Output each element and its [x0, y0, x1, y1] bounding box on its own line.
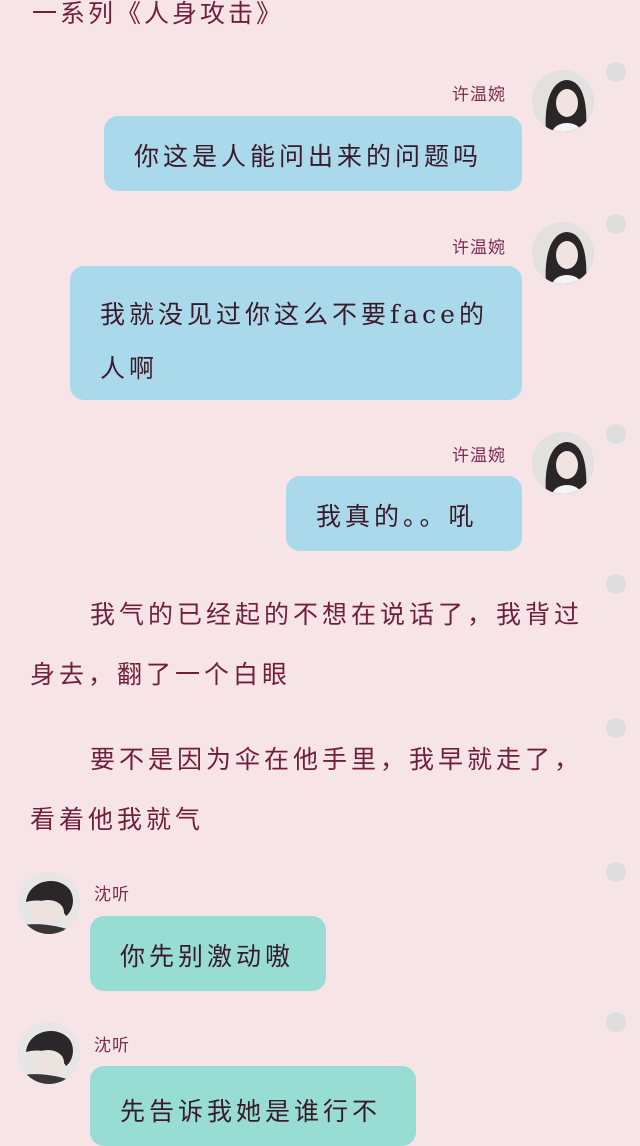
- narration-text: 要不是因为伞在他手里，我早就走了，看着他我就气: [30, 745, 584, 834]
- message-bubble[interactable]: 先告诉我她是谁行不: [90, 1066, 416, 1146]
- narration-paragraph: 要不是因为伞在他手里，我早就走了，看着他我就气: [30, 730, 590, 850]
- avatar[interactable]: [532, 222, 594, 284]
- message-bubble[interactable]: 我真的。。吼: [286, 476, 522, 551]
- sender-name: 沈听: [94, 1036, 130, 1056]
- sender-name: 沈听: [94, 885, 130, 905]
- message-text: 我就没见过你这么不要face的人啊: [100, 300, 488, 383]
- message-bubble[interactable]: 你这是人能问出来的问题吗: [104, 116, 522, 191]
- status-dot: [606, 862, 626, 882]
- status-dot: [606, 718, 626, 738]
- avatar[interactable]: [532, 432, 594, 494]
- avatar[interactable]: [18, 1022, 80, 1084]
- message-bubble[interactable]: 我就没见过你这么不要face的人啊: [70, 266, 522, 400]
- status-dot: [606, 62, 626, 82]
- message-text: 你先别激动嗷: [120, 942, 295, 971]
- message-text: 你这是人能问出来的问题吗: [134, 142, 483, 171]
- sender-name: 许温婉: [452, 446, 506, 466]
- status-dot: [606, 424, 626, 444]
- narration-paragraph: 我气的已经起的不想在说话了，我背过身去，翻了一个白眼: [30, 585, 590, 705]
- status-dot: [606, 1012, 626, 1032]
- status-dot: [606, 574, 626, 594]
- message-bubble[interactable]: 你先别激动嗷: [90, 916, 326, 991]
- status-dot: [606, 214, 626, 234]
- avatar[interactable]: [532, 70, 594, 132]
- sender-name: 许温婉: [452, 85, 506, 105]
- page-header: 一系列《人身攻击》: [32, 0, 285, 28]
- sender-name: 许温婉: [452, 238, 506, 258]
- message-text: 先告诉我她是谁行不: [120, 1097, 382, 1126]
- narration-text: 我气的已经起的不想在说话了，我背过身去，翻了一个白眼: [30, 600, 584, 689]
- avatar[interactable]: [18, 872, 80, 934]
- message-text: 我真的。。吼: [316, 502, 478, 531]
